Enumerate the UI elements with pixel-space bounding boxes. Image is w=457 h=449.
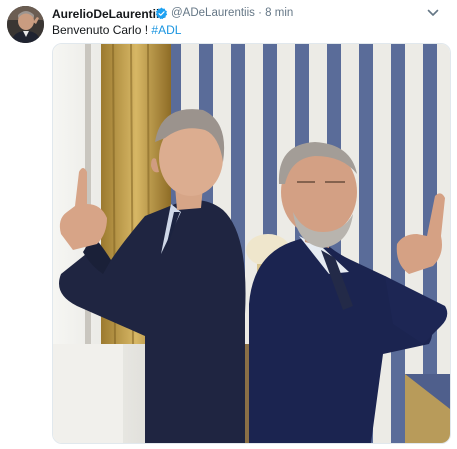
tweet-photo[interactable] [52, 43, 451, 444]
author-name[interactable]: AurelioDeLaurentiis [52, 7, 166, 21]
separator-dot: · [258, 7, 262, 19]
verified-badge-icon [155, 7, 168, 20]
tweet-header: AurelioDeLaurentiis @ADeLaurentiis · 8 m… [52, 4, 447, 22]
tweet-text: Benvenuto Carlo ! #ADL [52, 23, 181, 37]
hashtag-link[interactable]: #ADL [151, 23, 181, 37]
avatar-image [7, 6, 44, 43]
author-handle[interactable]: @ADeLaurentiis [171, 7, 255, 19]
chevron-down-icon[interactable] [427, 8, 439, 18]
tweet-time[interactable]: 8 min [265, 7, 293, 19]
tweet-text-body: Benvenuto Carlo ! [52, 23, 152, 37]
author-handle-line: @ADeLaurentiis · 8 min [171, 7, 293, 19]
photo-image [53, 44, 450, 443]
avatar[interactable] [7, 6, 44, 43]
